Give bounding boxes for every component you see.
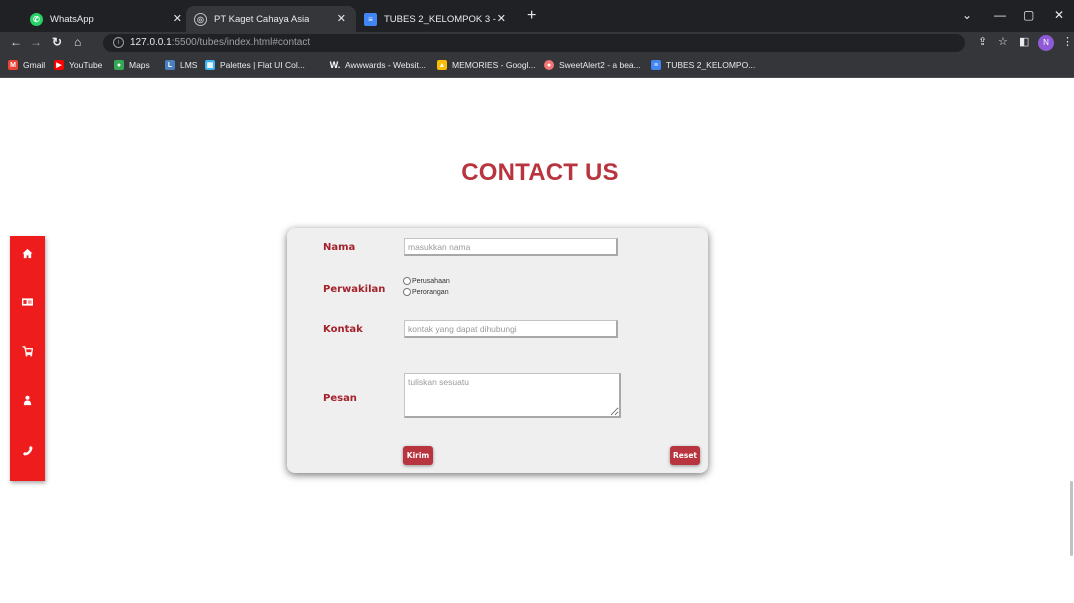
home-icon	[22, 248, 33, 258]
page-body: CONTACT US Nama Perwakilan Perusahaan Pe…	[0, 79, 1074, 603]
bookmark-sweetalert[interactable]: ● SweetAlert2 - a bea...	[544, 60, 641, 70]
side-panel-icon[interactable]: ◧	[1019, 35, 1029, 48]
bookmark-label: Awwwards - Websit...	[345, 60, 426, 70]
address-bar[interactable]: i 127.0.0.1:5500/tubes/index.html#contac…	[103, 34, 965, 52]
contact-form: Nama Perwakilan Perusahaan Perorangan Ko…	[287, 228, 708, 473]
url-text[interactable]: 127.0.0.1:5500/tubes/index.html#contact	[130, 37, 310, 48]
reload-icon[interactable]: ↻	[52, 35, 62, 49]
docs-icon: ≡	[651, 60, 661, 70]
awwwards-icon: W.	[329, 60, 341, 70]
pesan-textarea[interactable]	[404, 373, 621, 418]
bookmark-label: SweetAlert2 - a bea...	[559, 60, 641, 70]
nama-label: Nama	[323, 242, 356, 253]
side-navigation	[10, 236, 45, 481]
new-tab-plus-icon[interactable]: +	[527, 8, 536, 24]
url-host: 127.0.0.1	[130, 37, 172, 48]
sidebar-item-team[interactable]	[10, 385, 45, 415]
tab-label: TUBES 2_KELOMPOK 3 - Google	[384, 13, 499, 25]
tab-label: WhatsApp	[50, 13, 94, 25]
sidebar-item-about[interactable]	[10, 287, 45, 317]
radio-perorangan[interactable]: Perorangan	[403, 288, 449, 296]
radio-button[interactable]	[403, 288, 411, 296]
window-close-icon[interactable]: ✕	[1054, 8, 1064, 22]
youtube-icon: ▶	[54, 60, 64, 70]
tab-pt-kaget[interactable]: ◎ PT Kaget Cahaya Asia ✕	[186, 6, 356, 32]
sidebar-item-contact[interactable]	[10, 435, 45, 465]
maps-icon: ●	[114, 60, 124, 70]
tab-whatsapp[interactable]: ✆ WhatsApp ✕	[22, 6, 192, 32]
forward-arrow-icon[interactable]: →	[30, 35, 42, 49]
browser-toolbar: ← → ↻ ⌂ i 127.0.0.1:5500/tubes/index.htm…	[0, 32, 1074, 54]
pesan-label: Pesan	[323, 393, 357, 404]
bookmark-label: TUBES 2_KELOMPO...	[666, 60, 756, 70]
gmail-icon: M	[8, 60, 18, 70]
sidebar-item-home[interactable]	[10, 238, 45, 268]
close-icon[interactable]: ✕	[337, 12, 346, 25]
bookmark-youtube[interactable]: ▶ YouTube	[54, 60, 102, 70]
tab-strip: ✆ WhatsApp ✕ ◎ PT Kaget Cahaya Asia ✕ ≡ …	[0, 0, 1074, 32]
id-card-icon	[22, 298, 33, 306]
bookmark-label: Palettes | Flat UI Col...	[220, 60, 305, 70]
people-icon	[23, 395, 32, 405]
lms-icon: L	[165, 60, 175, 70]
kontak-label: Kontak	[323, 324, 363, 335]
bookmark-lms[interactable]: L LMS	[165, 60, 197, 70]
bookmark-maps[interactable]: ● Maps	[114, 60, 150, 70]
home-icon[interactable]: ⌂	[74, 35, 81, 49]
profile-avatar[interactable]: N	[1038, 35, 1054, 51]
maximize-icon[interactable]: ▢	[1023, 8, 1034, 22]
kontak-input[interactable]	[404, 320, 618, 338]
bookmark-star-icon[interactable]: ☆	[998, 35, 1008, 48]
radio-perusahaan[interactable]: Perusahaan	[403, 277, 450, 285]
bookmarks-bar: M Gmail ▶ YouTube ● Maps L LMS ▦ Palettes | F…	[0, 54, 1074, 78]
info-icon[interactable]: i	[113, 37, 124, 48]
menu-kebab-icon[interactable]: ⋮	[1062, 35, 1073, 48]
bookmark-palettes[interactable]: ▦ Palettes | Flat UI Col...	[205, 60, 305, 70]
globe-icon: ◎	[194, 12, 207, 26]
bookmark-tubes[interactable]: ≡ TUBES 2_KELOMPO...	[651, 60, 755, 70]
close-icon[interactable]: ✕	[497, 12, 506, 25]
page-title: CONTACT US	[461, 159, 619, 186]
minimize-icon[interactable]: —	[994, 8, 1006, 22]
radio-button[interactable]	[403, 277, 411, 285]
page-scrollbar-thumb[interactable]	[1070, 481, 1073, 556]
phone-icon	[22, 445, 33, 456]
nama-input[interactable]	[404, 238, 618, 256]
radio-label: Perorangan	[412, 288, 449, 296]
cart-icon	[22, 345, 33, 357]
back-arrow-icon[interactable]: ←	[10, 35, 22, 49]
sweetalert-icon: ●	[544, 60, 554, 70]
sidebar-item-products[interactable]	[10, 336, 45, 366]
bookmark-memories[interactable]: ▲ MEMORIES - Googl...	[437, 60, 536, 70]
palette-icon: ▦	[205, 60, 215, 70]
whatsapp-icon: ✆	[30, 12, 43, 26]
docs-icon: ≡	[364, 12, 377, 26]
reset-button[interactable]: Reset	[670, 446, 700, 465]
bookmark-label: YouTube	[69, 60, 103, 70]
perwakilan-label: Perwakilan	[323, 284, 386, 295]
bookmark-label: Gmail	[23, 60, 46, 70]
bookmark-gmail[interactable]: M Gmail	[8, 60, 45, 70]
close-icon[interactable]: ✕	[173, 12, 182, 25]
radio-label: Perusahaan	[412, 277, 450, 285]
tab-label: PT Kaget Cahaya Asia	[214, 13, 310, 25]
tab-search-chevron-icon[interactable]: ⌄	[962, 8, 972, 22]
url-path: :5500/tubes/index.html#contact	[171, 37, 311, 48]
bookmark-label: Maps	[129, 60, 150, 70]
bookmark-label: LMS	[180, 60, 198, 70]
bookmark-label: MEMORIES - Googl...	[452, 60, 536, 70]
share-icon[interactable]: ⇪	[978, 35, 987, 48]
tab-tubes-doc[interactable]: ≡ TUBES 2_KELOMPOK 3 - Google ✕	[356, 6, 516, 32]
bookmark-awwwards[interactable]: W. Awwwards - Websit...	[330, 60, 426, 70]
kirim-button[interactable]: Kirim	[403, 446, 433, 465]
drive-icon: ▲	[437, 60, 447, 70]
